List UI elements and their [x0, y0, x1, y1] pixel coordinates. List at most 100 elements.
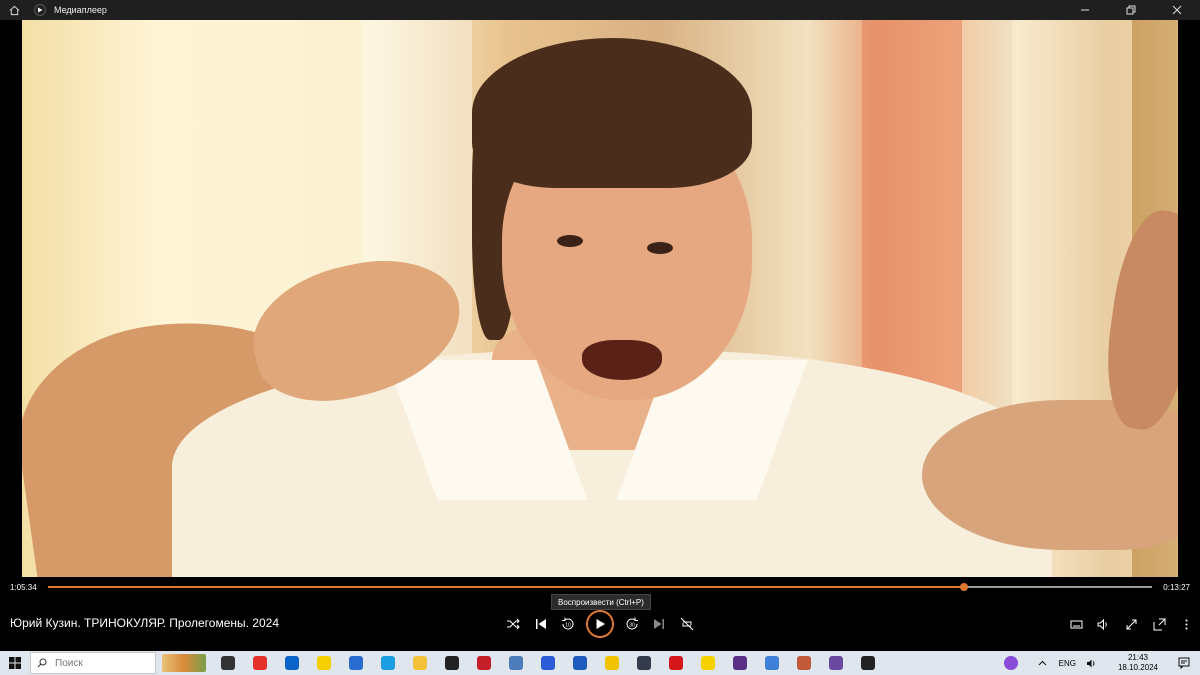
taskbar-app-app-star[interactable] [728, 651, 752, 675]
notifications-icon[interactable] [1172, 651, 1196, 675]
window-title: Медиаплеер [54, 5, 107, 15]
taskbar-app-word[interactable] [568, 651, 592, 675]
taskbar-app-opera[interactable] [664, 651, 688, 675]
media-title: Юрий Кузин. ТРИНОКУЛЯР. Пролегомены. 202… [10, 616, 279, 630]
taskbar-app-app-globe[interactable] [504, 651, 528, 675]
task-view-icon [221, 656, 235, 670]
taskbar-app-edge[interactable] [376, 651, 400, 675]
media-player-window: Медиаплеер 1:05:34 0:13:27 Воспроизвести… [0, 0, 1200, 651]
app-y-icon [701, 656, 715, 670]
chevron-up-icon[interactable] [1031, 651, 1055, 675]
seek-bar-progress [48, 586, 965, 588]
windows-taskbar: ENG 21:43 18.10.2024 [0, 651, 1200, 675]
taskbar-app-app-yellow[interactable] [600, 651, 624, 675]
skip-back-10-icon: 10 [562, 617, 574, 630]
next-icon [654, 619, 664, 629]
system-clock[interactable]: 21:43 18.10.2024 [1118, 653, 1158, 673]
search-icon [37, 658, 47, 668]
subtitles-icon [1070, 620, 1082, 628]
previous-icon [536, 619, 546, 629]
search-highlight-image[interactable] [160, 651, 208, 675]
taskbar-app-explorer[interactable] [408, 651, 432, 675]
taskbar-app-app-pic[interactable] [792, 651, 816, 675]
skip-forward-30-icon: 30 [626, 617, 638, 630]
person-hair [472, 38, 752, 188]
seek-bar[interactable] [48, 583, 1152, 591]
taskbar-app-audio-app[interactable] [632, 651, 656, 675]
next-button[interactable] [647, 612, 671, 636]
media-player-app-icon [34, 4, 46, 16]
repeat-off-icon [680, 617, 694, 631]
skip-back-button[interactable]: 10 [556, 612, 580, 636]
word-icon [573, 656, 587, 670]
taskbar-app-yandex[interactable] [248, 651, 272, 675]
more-options-button[interactable] [1174, 612, 1198, 636]
person-eye [647, 242, 673, 254]
app-a-icon [541, 656, 555, 670]
app-dark-icon [445, 656, 459, 670]
windows-icon [9, 657, 21, 669]
taskbar-app-app-blue[interactable] [344, 651, 368, 675]
app-globe-icon [509, 656, 523, 670]
skip-forward-button[interactable]: 30 [620, 612, 644, 636]
search-input[interactable] [55, 657, 125, 669]
window-controls [1062, 0, 1200, 20]
explorer-icon [413, 656, 427, 670]
volume-tray-icon[interactable] [1080, 651, 1104, 675]
mini-player-button[interactable] [1147, 612, 1171, 636]
play-icon [596, 619, 605, 629]
yandex-icon [253, 656, 267, 670]
mini-player-icon [1153, 618, 1165, 630]
volume-icon [1097, 618, 1107, 630]
skip-forward-label: 30 [629, 623, 635, 629]
app-yellow-icon [605, 656, 619, 670]
close-button[interactable] [1154, 0, 1200, 20]
taskbar-app-app-dark[interactable] [440, 651, 464, 675]
app-star-icon [733, 656, 747, 670]
fullscreen-button[interactable] [1119, 612, 1143, 636]
media-player-icon [861, 656, 875, 670]
app-blue-icon [349, 656, 363, 670]
system-tray: ENG 21:43 18.10.2024 [995, 651, 1200, 675]
opera-icon [669, 656, 683, 670]
taskbar-app-app-red[interactable] [472, 651, 496, 675]
clock-date: 18.10.2024 [1117, 663, 1158, 672]
assistant-icon[interactable] [999, 651, 1023, 675]
app-red-icon [477, 656, 491, 670]
taskbar-app-outlook[interactable] [280, 651, 304, 675]
taskbar-app-yandex-browser[interactable] [312, 651, 336, 675]
restore-button[interactable] [1108, 0, 1154, 20]
yandex-browser-icon [317, 656, 331, 670]
seek-bar-thumb[interactable] [960, 583, 969, 591]
subtitles-button[interactable] [1064, 612, 1088, 636]
elapsed-time: 1:05:34 [10, 583, 37, 592]
taskbar-app-task-view[interactable] [216, 651, 240, 675]
more-icon [1185, 619, 1187, 629]
language-indicator[interactable]: ENG [1059, 659, 1076, 668]
taskbar-app-app-game[interactable] [824, 651, 848, 675]
start-button[interactable] [0, 651, 30, 675]
taskbar-app-app-y[interactable] [696, 651, 720, 675]
video-frame[interactable] [22, 20, 1178, 577]
store-icon [765, 656, 779, 670]
play-tooltip: Воспроизвести (Ctrl+P) [551, 594, 651, 610]
shuffle-icon [507, 618, 520, 630]
taskbar-app-store[interactable] [760, 651, 784, 675]
volume-button[interactable] [1091, 612, 1115, 636]
play-button[interactable] [586, 610, 614, 638]
app-game-icon [829, 656, 843, 670]
remaining-time: 0:13:27 [1163, 583, 1190, 592]
shuffle-button[interactable] [501, 612, 525, 636]
edge-icon [381, 656, 395, 670]
taskbar-app-list [212, 651, 884, 675]
minimize-button[interactable] [1062, 0, 1108, 20]
home-icon[interactable] [0, 0, 28, 20]
repeat-button[interactable] [675, 612, 699, 636]
taskbar-app-media-player[interactable] [856, 651, 880, 675]
skip-back-label: 10 [565, 623, 571, 629]
title-bar: Медиаплеер [0, 0, 1200, 20]
outlook-icon [285, 656, 299, 670]
taskbar-app-app-a[interactable] [536, 651, 560, 675]
previous-button[interactable] [529, 612, 553, 636]
taskbar-search[interactable] [30, 652, 156, 674]
